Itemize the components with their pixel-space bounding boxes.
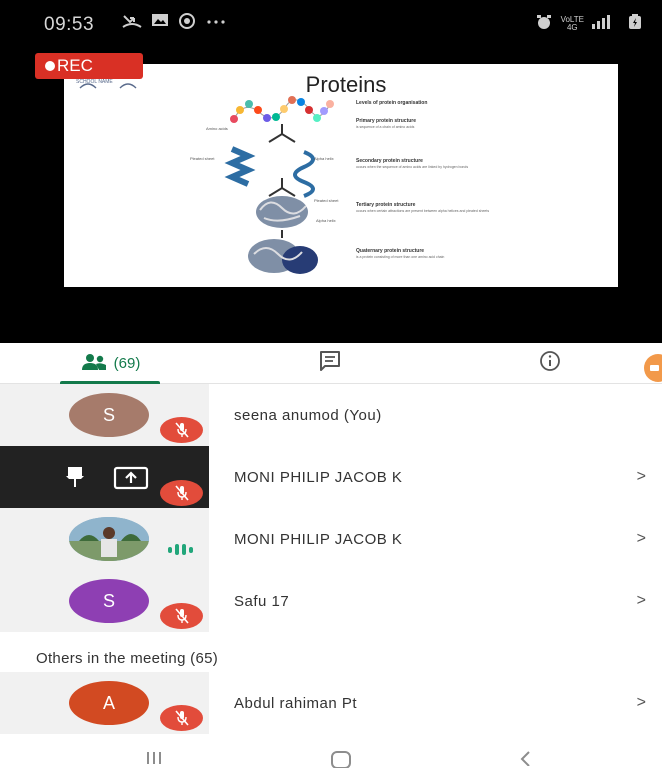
- presentation-slide: SCHOOL NAME Proteins Amino acids Pleated…: [64, 64, 618, 287]
- caption-primary-desc: is sequence of a chain of amino acids: [356, 125, 415, 129]
- back-icon[interactable]: [518, 750, 532, 769]
- avatar-initial: S: [102, 404, 115, 425]
- caption-pleated-sheet-2: Pleated sheet: [314, 198, 339, 203]
- participant-tile: S: [0, 570, 209, 632]
- participant-row-other[interactable]: A Abdul rahiman Pt >: [0, 672, 662, 734]
- caption-tertiary-desc: occurs when certain attractions are pres…: [356, 209, 489, 213]
- caption-alpha-helix: Alpha helix: [314, 156, 334, 161]
- participant-name: MONI PHILIP JACOB K: [234, 530, 403, 548]
- speaking-bar: [168, 546, 172, 553]
- screen-share-icon: [113, 466, 149, 495]
- info-icon: [539, 350, 561, 377]
- pin-icon[interactable]: [64, 465, 86, 494]
- status-time: 09:53: [44, 14, 95, 35]
- participant-row[interactable]: S Safu 17 >: [0, 570, 662, 632]
- mic-off-icon: [160, 705, 203, 731]
- speaking-bar: [182, 544, 186, 555]
- avatar-initial: S: [102, 590, 115, 611]
- avatar-photo: [69, 517, 149, 561]
- tab-info[interactable]: [440, 343, 660, 384]
- caption-secondary-title: Secondary protein structure: [356, 158, 423, 164]
- chevron-right-icon[interactable]: >: [637, 446, 646, 508]
- tab-people[interactable]: (69): [0, 343, 220, 384]
- chevron-right-icon[interactable]: >: [637, 570, 646, 632]
- caption-primary-title: Primary protein structure: [356, 118, 416, 124]
- avatar: A: [69, 681, 149, 725]
- caption-amino-acids: Amino acids: [206, 126, 228, 131]
- more-icon: [205, 12, 227, 35]
- participant-tile: [0, 508, 209, 570]
- amino-acid-chain: [230, 96, 334, 123]
- home-icon[interactable]: [330, 750, 352, 769]
- caption-alpha-helix-2: Alpha helix: [316, 218, 336, 223]
- mic-off-icon: [160, 480, 203, 506]
- avatar-initial: A: [102, 692, 115, 713]
- status-icons-left: [122, 12, 227, 35]
- signal-icon: [592, 15, 620, 32]
- record-dot-icon: [45, 61, 55, 71]
- chat-icon: [318, 350, 342, 377]
- mic-off-icon: [160, 417, 203, 443]
- participant-tile: [0, 446, 209, 508]
- speaking-bar: [175, 544, 179, 555]
- quaternary-structure: [248, 239, 318, 274]
- recording-badge: REC: [35, 53, 143, 79]
- participant-row-speaking[interactable]: MONI PHILIP JACOB K >: [0, 508, 662, 570]
- caption-pleated-sheet: Pleated sheet: [190, 156, 215, 161]
- network-label-bottom: 4G: [566, 22, 578, 32]
- participant-name: Abdul rahiman Pt: [234, 694, 358, 712]
- recording-label: REC: [57, 56, 93, 75]
- caption-levels: Levels of protein organisation: [356, 100, 427, 106]
- participant-name: Safu 17: [234, 592, 290, 610]
- alarm-icon: [535, 14, 553, 33]
- people-icon: [80, 353, 108, 375]
- participant-name: MONI PHILIP JACOB K: [234, 468, 403, 486]
- participant-tile: S: [0, 384, 209, 446]
- participant-row-self[interactable]: S seena anumod (You): [0, 384, 662, 446]
- caption-quaternary-desc: is a protein consisting of more than one…: [356, 255, 444, 259]
- vpn-icon: [178, 12, 196, 35]
- people-count: (69): [113, 355, 141, 372]
- presentation-area[interactable]: 09:53 VoLTE 4G REC SCHOOL NAME Proteins …: [0, 0, 662, 343]
- gallery-icon: [151, 12, 169, 35]
- participant-tile: A: [0, 672, 209, 734]
- mic-off-icon: [160, 603, 203, 629]
- chevron-right-icon[interactable]: >: [637, 672, 646, 734]
- system-nav-bar: [0, 744, 662, 769]
- alpha-helix: [293, 150, 315, 198]
- speaking-bar: [189, 546, 193, 553]
- avatar: S: [69, 579, 149, 623]
- tab-chat[interactable]: [220, 343, 440, 384]
- status-icons-right: VoLTE 4G: [535, 14, 642, 33]
- caption-tertiary-title: Tertiary protein structure: [356, 202, 416, 208]
- battery-icon: [628, 14, 642, 33]
- recent-apps-icon[interactable]: [144, 750, 164, 769]
- participant-row-presenter[interactable]: MONI PHILIP JACOB K >: [0, 446, 662, 508]
- status-bar: 09:53 VoLTE 4G: [0, 0, 662, 46]
- meeting-tab-bar: (69): [0, 343, 662, 384]
- others-section-label: Others in the meeting (65): [36, 650, 219, 667]
- avatar: S: [69, 393, 149, 437]
- participant-name: seena anumod (You): [234, 406, 382, 424]
- caption-quaternary-title: Quaternary protein structure: [356, 248, 424, 254]
- chevron-right-icon[interactable]: >: [637, 508, 646, 570]
- protein-structure-diagram: Amino acids Pleated sheet Alpha helix Pl…: [190, 96, 489, 274]
- speaking-indicator-icon: [168, 544, 193, 555]
- pleated-sheet: [224, 146, 256, 187]
- tertiary-structure: [256, 196, 308, 228]
- caption-secondary-desc: occurs when the sequence of amino acids …: [356, 165, 468, 169]
- missed-call-icon: [122, 12, 142, 35]
- network-label: VoLTE 4G: [561, 15, 584, 32]
